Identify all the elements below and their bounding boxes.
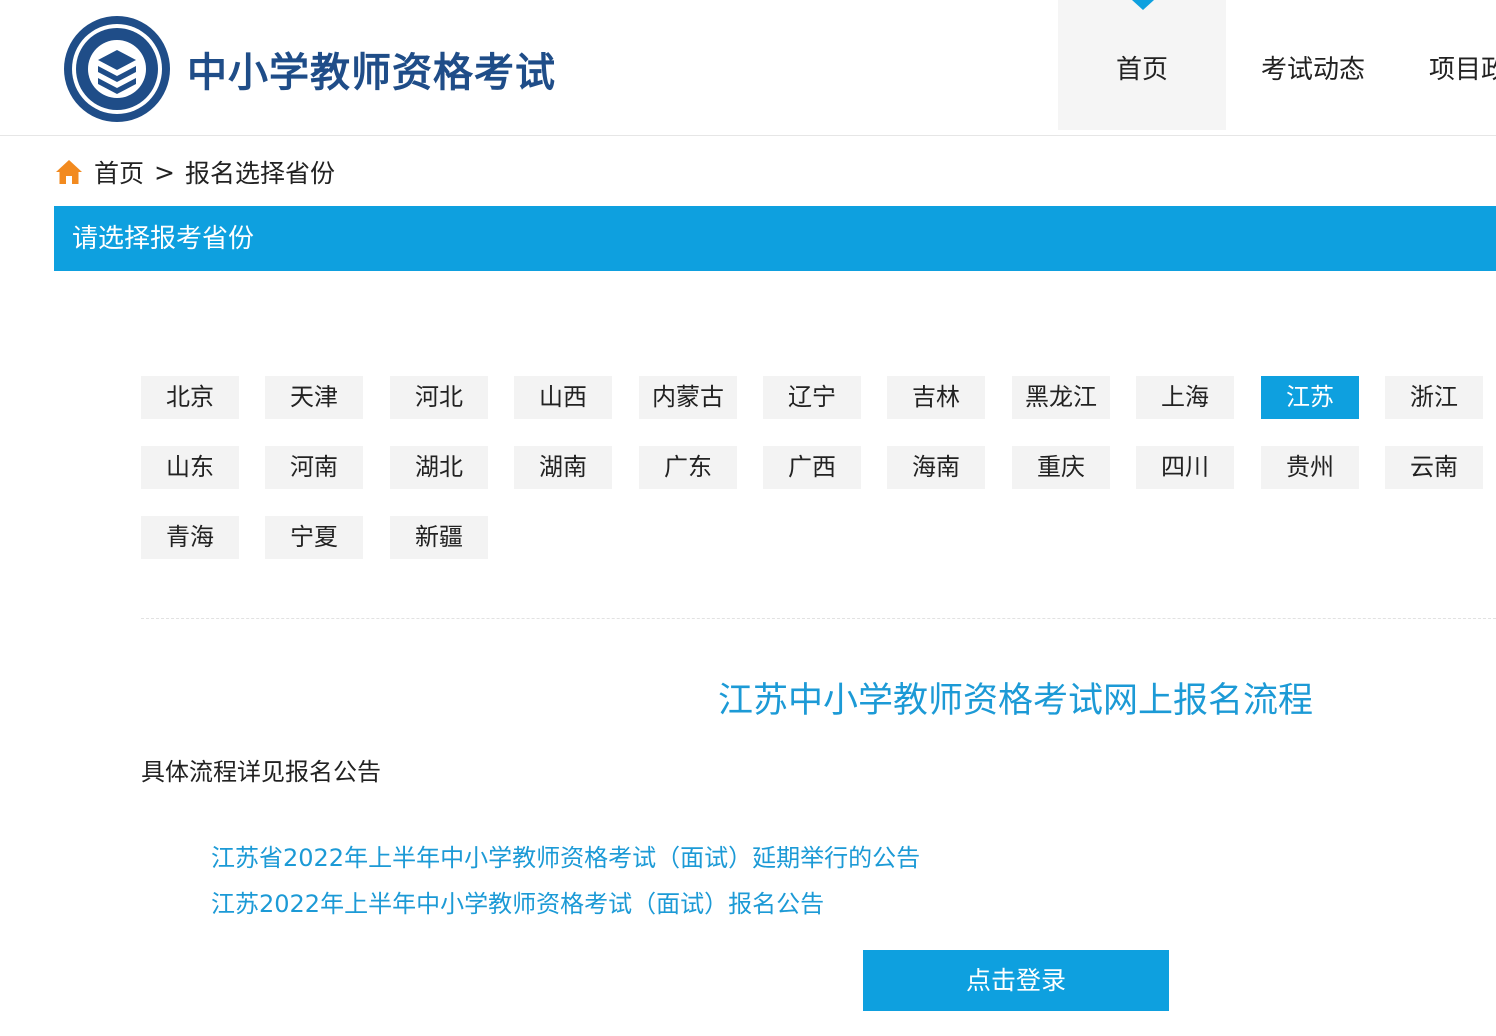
notice-link-postponed[interactable]: 江苏省2022年上半年中小学教师资格考试（面试）延期举行的公告 <box>211 838 920 873</box>
nav-project-policy[interactable]: 项目政 <box>1429 0 1496 130</box>
province-23[interactable]: 宁夏 <box>265 516 363 559</box>
province-6[interactable]: 吉林 <box>887 376 985 419</box>
site-title: 中小学教师资格考试 <box>187 50 556 96</box>
province-7[interactable]: 黑龙江 <box>1012 376 1110 419</box>
nav-policy-clip: 项目政 <box>1410 0 1496 130</box>
active-caret-icon <box>1132 0 1154 10</box>
province-0[interactable]: 北京 <box>141 376 239 419</box>
section-title: 请选择报考省份 <box>72 224 255 254</box>
province-18[interactable]: 重庆 <box>1012 446 1110 489</box>
province-24[interactable]: 新疆 <box>390 516 488 559</box>
province-19[interactable]: 四川 <box>1136 446 1234 489</box>
province-5[interactable]: 辽宁 <box>763 376 861 419</box>
province-4[interactable]: 内蒙古 <box>639 376 737 419</box>
nav-exam-news-label: 考试动态 <box>1261 55 1366 85</box>
section-title-bar: 请选择报考省份 <box>54 206 1496 271</box>
province-8[interactable]: 上海 <box>1136 376 1234 419</box>
breadcrumb-separator: > <box>154 157 175 187</box>
province-1[interactable]: 天津 <box>265 376 363 419</box>
province-21[interactable]: 云南 <box>1385 446 1483 489</box>
province-16[interactable]: 广西 <box>763 446 861 489</box>
province-20[interactable]: 贵州 <box>1261 446 1359 489</box>
registration-flow-title: 江苏中小学教师资格考试网上报名流程 <box>718 681 1314 721</box>
province-2[interactable]: 河北 <box>390 376 488 419</box>
dashed-divider <box>141 618 1496 619</box>
province-9[interactable]: 江苏 <box>1261 376 1359 419</box>
province-14[interactable]: 湖南 <box>514 446 612 489</box>
breadcrumb: 首页 > 报名选择省份 <box>54 152 335 192</box>
province-grid: 北京 天津 河北 山西 内蒙古 辽宁 吉林 黑龙江 上海 江苏 浙江山东 河南 湖北 湖南 广东 广西 海南 重庆… <box>141 376 1496 566</box>
notice-link-registration[interactable]: 江苏2022年上半年中小学教师资格考试（面试）报名公告 <box>211 884 824 919</box>
province-10[interactable]: 浙江 <box>1385 376 1483 419</box>
province-3[interactable]: 山西 <box>514 376 612 419</box>
province-17[interactable]: 海南 <box>887 446 985 489</box>
nav-home[interactable]: 首页 <box>1058 0 1226 130</box>
province-12[interactable]: 河南 <box>265 446 363 489</box>
nav-project-policy-label: 项目政 <box>1429 55 1496 85</box>
nav-home-label: 首页 <box>1115 55 1168 85</box>
nav-exam-news[interactable]: 考试动态 <box>1261 0 1365 130</box>
province-15[interactable]: 广东 <box>639 446 737 489</box>
breadcrumb-home-link[interactable]: 首页 <box>94 154 144 190</box>
exam-emblem-icon[interactable] <box>62 14 172 124</box>
province-11[interactable]: 山东 <box>141 446 239 489</box>
province-22[interactable]: 青海 <box>141 516 239 559</box>
breadcrumb-current: 报名选择省份 <box>184 159 335 188</box>
home-icon <box>56 160 82 184</box>
province-13[interactable]: 湖北 <box>390 446 488 489</box>
site-header: 中小学教师资格考试 首页 考试动态 项目政 <box>0 0 1496 136</box>
registration-flow-desc: 具体流程详见报名公告 <box>141 758 381 786</box>
login-button[interactable]: 点击登录 <box>863 950 1169 1011</box>
